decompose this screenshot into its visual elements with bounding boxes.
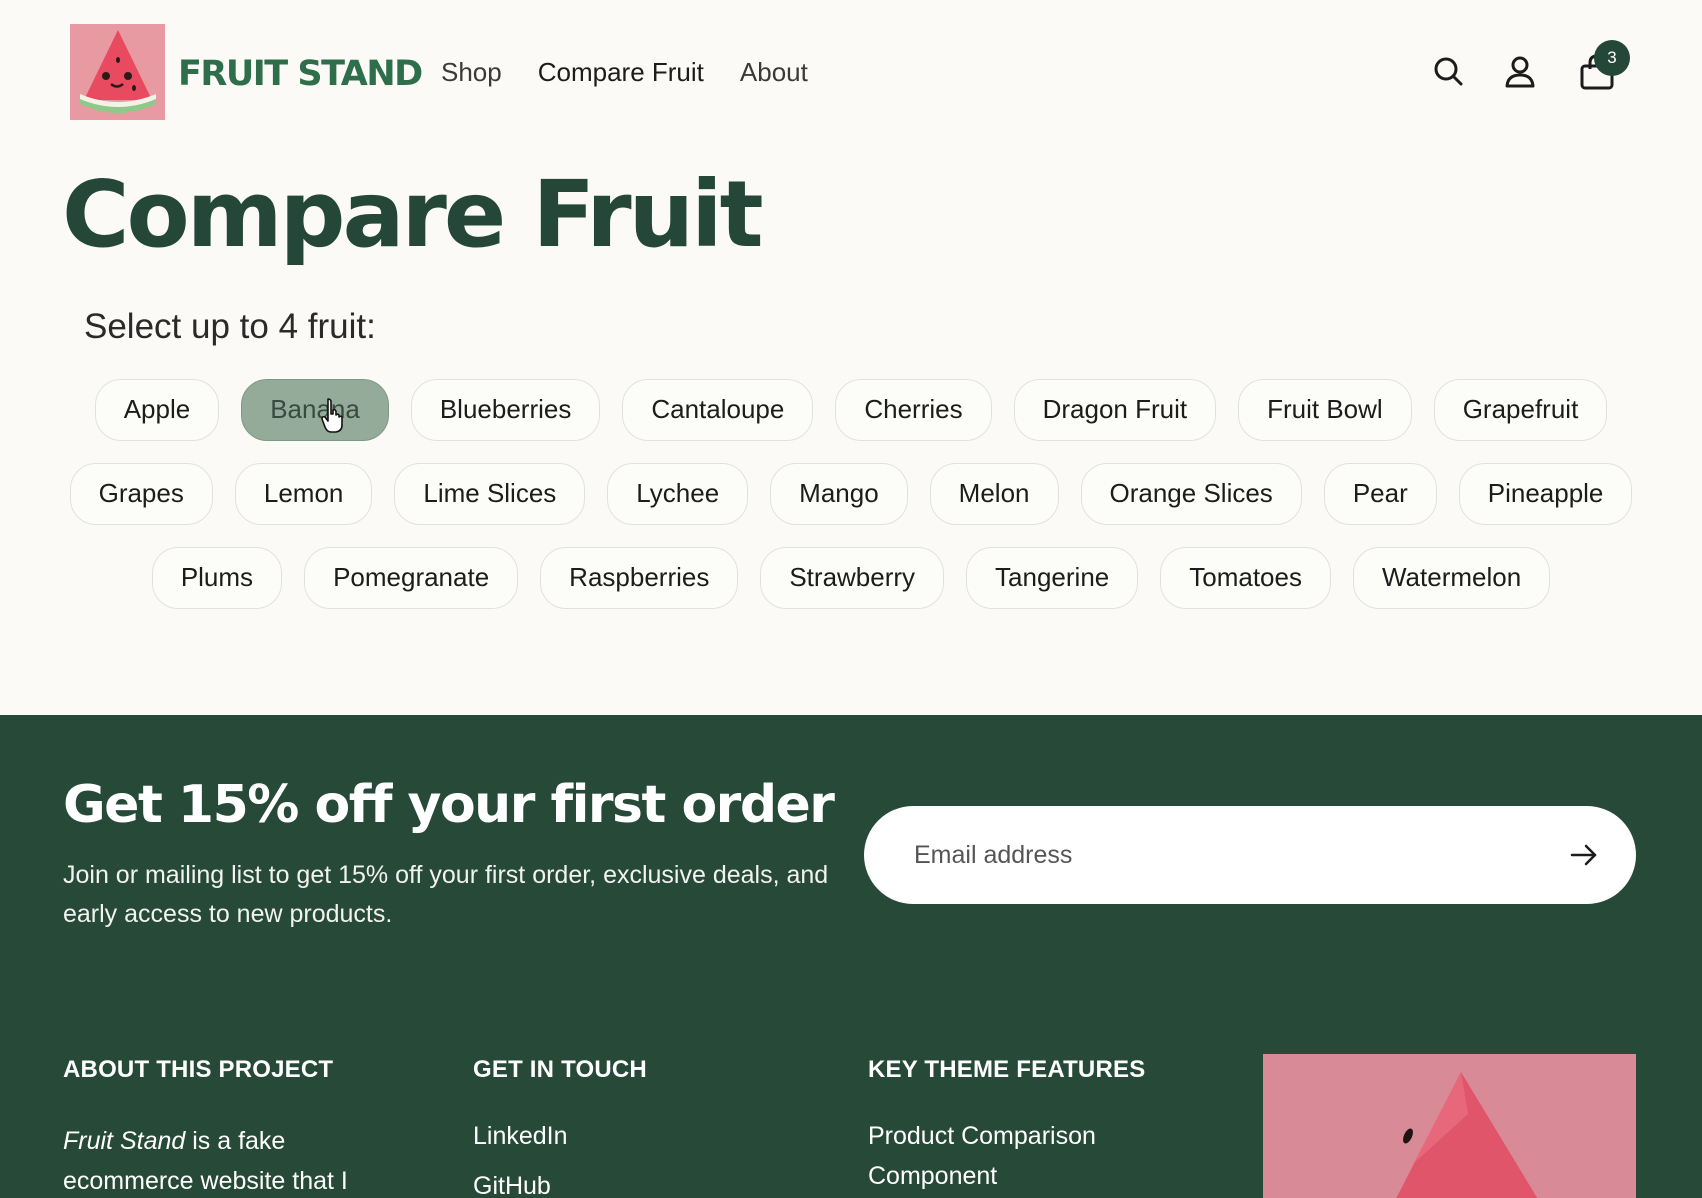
fruit-chip-lime-slices[interactable]: Lime Slices — [394, 463, 586, 525]
main-nav: Shop Compare Fruit About — [441, 52, 808, 92]
footer-about-text: Fruit Stand is a fake ecommerce website … — [63, 1121, 403, 1198]
watermelon-image — [1263, 1054, 1636, 1198]
site-footer: Get 15% off your first order Join or mai… — [0, 715, 1702, 1198]
email-input[interactable] — [914, 830, 1514, 880]
brand-name[interactable]: FRUIT STAND — [178, 52, 423, 96]
fruit-chip-plums[interactable]: Plums — [151, 547, 283, 609]
fruit-chip-cherries[interactable]: Cherries — [835, 379, 992, 441]
cart-count-badge: 3 — [1594, 40, 1630, 76]
fruit-chip-dragon-fruit[interactable]: Dragon Fruit — [1013, 379, 1217, 441]
site-header: FRUIT STAND Shop Compare Fruit About 3 — [0, 0, 1702, 145]
fruit-chip-grapefruit[interactable]: Grapefruit — [1433, 379, 1608, 441]
select-instruction: Select up to 4 fruit: — [84, 307, 376, 346]
fruit-chip-melon[interactable]: Melon — [929, 463, 1059, 525]
footer-about-heading: ABOUT THIS PROJECT — [63, 1056, 334, 1083]
footer-features-links: Product Comparison Component — [868, 1111, 1158, 1196]
nav-shop[interactable]: Shop — [441, 52, 502, 92]
fruit-chip-strawberry[interactable]: Strawberry — [760, 547, 945, 609]
fruit-chip-banana[interactable]: Banana — [241, 379, 389, 441]
fruit-chip-row-2: Grapes Lemon Lime Slices Lychee Mango Me… — [0, 463, 1702, 525]
fruit-chip-lemon[interactable]: Lemon — [234, 463, 373, 525]
fruit-chip-pomegranate[interactable]: Pomegranate — [304, 547, 519, 609]
newsletter-form — [864, 806, 1636, 904]
pointer-cursor-icon — [320, 397, 346, 435]
fruit-chip-blueberries[interactable]: Blueberries — [410, 379, 601, 441]
fruit-chip-pear[interactable]: Pear — [1323, 463, 1437, 525]
linkedin-link[interactable]: LinkedIn — [473, 1111, 568, 1161]
page-title: Compare Fruit — [62, 161, 764, 268]
footer-contact-heading: GET IN TOUCH — [473, 1056, 647, 1083]
fruit-chip-orange-slices[interactable]: Orange Slices — [1080, 463, 1302, 525]
fruit-chip-apple[interactable]: Apple — [94, 379, 220, 441]
promo-title: Get 15% off your first order — [63, 775, 835, 835]
fruit-chip-row-1: Apple Banana Blueberries Cantaloupe Cher… — [0, 379, 1702, 441]
fruit-chip-cantaloupe[interactable]: Cantaloupe — [622, 379, 814, 441]
fruit-chip-tomatoes[interactable]: Tomatoes — [1160, 547, 1331, 609]
promo-text: Join or mailing list to get 15% off your… — [63, 861, 829, 928]
logo-image[interactable] — [70, 24, 165, 120]
nav-compare-fruit[interactable]: Compare Fruit — [538, 52, 704, 92]
product-comparison-link[interactable]: Product Comparison Component — [868, 1111, 1158, 1196]
arrow-right-icon[interactable] — [1568, 839, 1600, 871]
nav-about[interactable]: About — [740, 52, 808, 92]
account-icon[interactable] — [1500, 52, 1540, 92]
search-icon[interactable] — [1429, 52, 1469, 92]
fruit-chip-grapes[interactable]: Grapes — [69, 463, 213, 525]
github-link[interactable]: GitHub — [473, 1161, 568, 1198]
fruit-chip-tangerine[interactable]: Tangerine — [966, 547, 1139, 609]
fruit-chip-row-3: Plums Pomegranate Raspberries Strawberry… — [0, 547, 1702, 609]
footer-features-heading: KEY THEME FEATURES — [868, 1056, 1146, 1083]
fruit-chip-mango[interactable]: Mango — [770, 463, 908, 525]
fruit-chip-fruit-bowl[interactable]: Fruit Bowl — [1238, 379, 1412, 441]
project-name: Fruit Stand — [63, 1127, 186, 1155]
fruit-chip-watermelon[interactable]: Watermelon — [1352, 547, 1551, 609]
footer-contact-links: LinkedIn GitHub — [473, 1111, 568, 1198]
fruit-chip-pineapple[interactable]: Pineapple — [1458, 463, 1633, 525]
fruit-chip-raspberries[interactable]: Raspberries — [540, 547, 739, 609]
fruit-chip-lychee[interactable]: Lychee — [607, 463, 749, 525]
